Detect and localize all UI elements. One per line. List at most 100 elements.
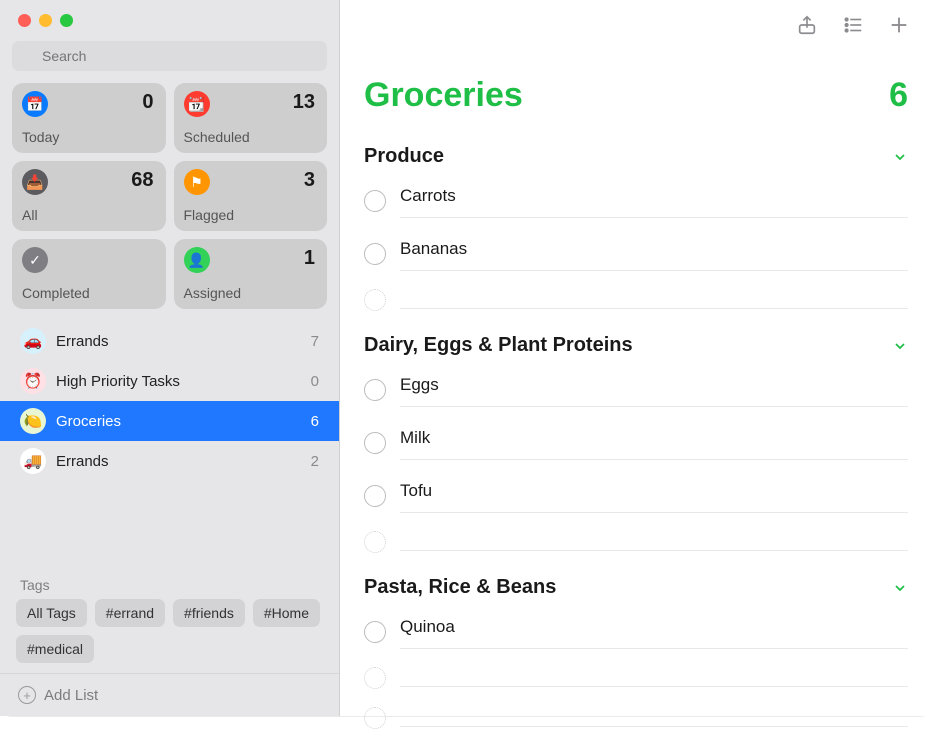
list-icon: 🚚 — [20, 448, 46, 474]
smartlist-count: 68 — [131, 169, 153, 192]
reminder-title: Quinoa — [400, 614, 908, 649]
reminder-item[interactable]: Eggs — [364, 363, 908, 416]
chevron-down-icon[interactable] — [892, 580, 908, 596]
share-button[interactable] — [796, 14, 818, 36]
new-item-circle[interactable] — [364, 531, 386, 553]
new-item-placeholder[interactable] — [400, 669, 908, 687]
add-list-button[interactable]: + Add List — [0, 673, 339, 716]
complete-circle[interactable] — [364, 190, 386, 212]
complete-circle[interactable] — [364, 379, 386, 401]
reminder-title: Bananas — [400, 236, 908, 271]
smartlist-count: 13 — [293, 91, 315, 114]
reminder-title: Milk — [400, 425, 908, 460]
view-options-button[interactable] — [842, 14, 864, 36]
assigned-icon: 👤 — [184, 247, 210, 273]
sidebar: 📅 0 Today 📆 13 Scheduled 📥 68 All ⚑ 3 Fl… — [0, 0, 340, 716]
fullscreen-window-button[interactable] — [60, 14, 73, 27]
list-row-errands[interactable]: 🚚 Errands 2 — [0, 441, 339, 481]
new-item-row[interactable] — [364, 522, 908, 562]
complete-circle[interactable] — [364, 243, 386, 265]
minimize-window-button[interactable] — [39, 14, 52, 27]
smart-lists-grid: 📅 0 Today 📆 13 Scheduled 📥 68 All ⚑ 3 Fl… — [0, 83, 339, 319]
new-item-circle[interactable] — [364, 667, 386, 689]
section: Produce Carrots Bananas — [340, 131, 932, 320]
completed-icon: ✓ — [22, 247, 48, 273]
reminder-item[interactable]: Quinoa — [364, 605, 908, 658]
smartlist-count: 3 — [304, 169, 315, 192]
my-lists: 🚗 Errands 7⏰ High Priority Tasks 0🍋 Groc… — [0, 319, 339, 563]
reminder-item[interactable]: Carrots — [364, 174, 908, 227]
close-window-button[interactable] — [18, 14, 31, 27]
sections-container: Produce Carrots Bananas Dairy, Eggs & Pl… — [340, 131, 932, 698]
smartlist-label: Flagged — [184, 207, 316, 223]
list-row-errands[interactable]: 🚗 Errands 7 — [0, 321, 339, 361]
tag-home[interactable]: #Home — [253, 599, 320, 627]
smartlist-label: Scheduled — [184, 129, 316, 145]
all-icon: 📥 — [22, 169, 48, 195]
list-row-high-priority-tasks[interactable]: ⏰ High Priority Tasks 0 — [0, 361, 339, 401]
list-name: Errands — [56, 453, 311, 470]
smartlist-scheduled[interactable]: 📆 13 Scheduled — [174, 83, 328, 153]
reminder-title: Carrots — [400, 183, 908, 218]
smartlist-flagged[interactable]: ⚑ 3 Flagged — [174, 161, 328, 231]
reminder-item[interactable]: Bananas — [364, 227, 908, 280]
smartlist-today[interactable]: 📅 0 Today — [12, 83, 166, 153]
list-title: Groceries — [364, 76, 523, 115]
chevron-down-icon[interactable] — [892, 149, 908, 165]
new-item-row[interactable] — [364, 658, 908, 698]
reminder-item[interactable]: Milk — [364, 416, 908, 469]
new-item-placeholder[interactable] — [400, 533, 908, 551]
reminder-title: Eggs — [400, 372, 908, 407]
scheduled-icon: 📆 — [184, 91, 210, 117]
window-controls — [0, 0, 339, 35]
smartlist-completed[interactable]: ✓ Completed — [12, 239, 166, 309]
smartlist-label: Assigned — [184, 285, 316, 301]
reminder-title: Tofu — [400, 478, 908, 513]
new-item-placeholder[interactable] — [400, 709, 908, 727]
tag-all-tags[interactable]: All Tags — [16, 599, 87, 627]
list-count: 0 — [311, 373, 319, 390]
tag-medical[interactable]: #medical — [16, 635, 94, 663]
section-title: Produce — [364, 145, 444, 168]
new-item-circle[interactable] — [364, 289, 386, 311]
list-count: 6 — [889, 76, 908, 115]
list-count: 7 — [311, 333, 319, 350]
list-count: 6 — [311, 413, 319, 430]
chevron-down-icon[interactable] — [892, 338, 908, 354]
search-input[interactable] — [12, 41, 327, 71]
reminder-item[interactable]: Tofu — [364, 469, 908, 522]
section-title: Dairy, Eggs & Plant Proteins — [364, 334, 633, 357]
add-reminder-button[interactable] — [888, 14, 910, 36]
list-count: 2 — [311, 453, 319, 470]
smartlist-all[interactable]: 📥 68 All — [12, 161, 166, 231]
section-title: Pasta, Rice & Beans — [364, 576, 556, 599]
complete-circle[interactable] — [364, 621, 386, 643]
smartlist-count: 1 — [304, 247, 315, 270]
list-name: Errands — [56, 333, 311, 350]
complete-circle[interactable] — [364, 485, 386, 507]
list-name: High Priority Tasks — [56, 373, 311, 390]
list-row-groceries[interactable]: 🍋 Groceries 6 — [0, 401, 339, 441]
tag-friends[interactable]: #friends — [173, 599, 245, 627]
main-toolbar — [340, 0, 932, 36]
smartlist-assigned[interactable]: 👤 1 Assigned — [174, 239, 328, 309]
plus-circle-icon: + — [18, 686, 36, 704]
main-pane: Groceries 6 Produce Carrots Bananas Dair… — [340, 0, 932, 716]
new-item-row[interactable] — [364, 280, 908, 320]
list-icon: ⏰ — [20, 368, 46, 394]
flagged-icon: ⚑ — [184, 169, 210, 195]
today-icon: 📅 — [22, 91, 48, 117]
complete-circle[interactable] — [364, 432, 386, 454]
smartlist-label: All — [22, 207, 154, 223]
new-item-circle[interactable] — [364, 707, 386, 729]
smartlist-label: Today — [22, 129, 154, 145]
add-list-label: Add List — [44, 687, 98, 704]
section: Pasta, Rice & Beans Quinoa — [340, 562, 932, 698]
tags-container: All Tags #errand #friends #Home #medical — [0, 599, 339, 673]
smartlist-count: 0 — [142, 91, 153, 114]
list-icon: 🍋 — [20, 408, 46, 434]
new-item-placeholder[interactable] — [400, 291, 908, 309]
tag-errand[interactable]: #errand — [95, 599, 165, 627]
section: Dairy, Eggs & Plant Proteins Eggs Milk T… — [340, 320, 932, 562]
list-name: Groceries — [56, 413, 311, 430]
